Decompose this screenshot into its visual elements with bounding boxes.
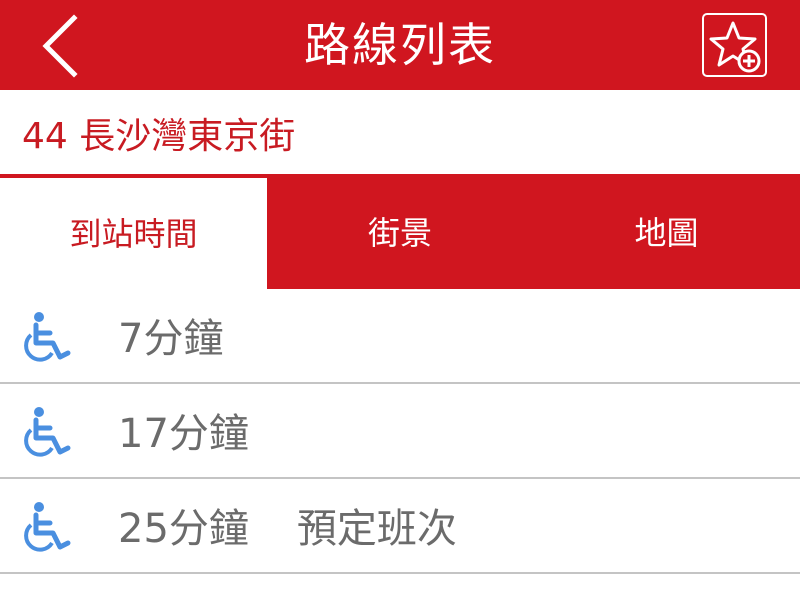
star-plus-icon: [709, 21, 761, 73]
list-item[interactable]: 25分鐘 預定班次: [0, 479, 800, 574]
page-title: 路線列表: [304, 18, 496, 72]
list-item[interactable]: 17分鐘: [0, 384, 800, 479]
route-name: 44 長沙灣東京街: [22, 116, 296, 157]
chevron-left-icon: [42, 14, 78, 78]
arrival-list: 7分鐘 17分鐘 25分鐘 預定班次: [0, 289, 800, 574]
back-button[interactable]: [30, 10, 100, 80]
eta-minutes: 17分鐘: [118, 411, 249, 457]
tab-map[interactable]: 地圖: [533, 174, 800, 289]
add-favorite-button[interactable]: [702, 13, 767, 77]
tab-street-view[interactable]: 街景: [267, 174, 533, 289]
eta-minutes: 7分鐘: [118, 316, 224, 362]
eta-text: 25分鐘 預定班次: [118, 479, 457, 572]
scheduled-trip-note: 預定班次: [296, 506, 457, 552]
wheelchair-icon: [24, 312, 71, 362]
eta-text: 7分鐘: [118, 289, 223, 382]
tab-arrival-time[interactable]: 到站時間: [0, 178, 267, 289]
list-item[interactable]: 7分鐘: [0, 289, 800, 384]
app-header: 路線列表: [0, 0, 800, 90]
wheelchair-icon: [24, 407, 71, 457]
tab-bar: 到站時間 街景 地圖: [0, 174, 800, 289]
eta-text: 17分鐘: [118, 384, 249, 477]
wheelchair-icon: [24, 502, 71, 552]
route-header: 44 長沙灣東京街: [0, 90, 800, 174]
eta-minutes: 25分鐘: [118, 506, 249, 552]
